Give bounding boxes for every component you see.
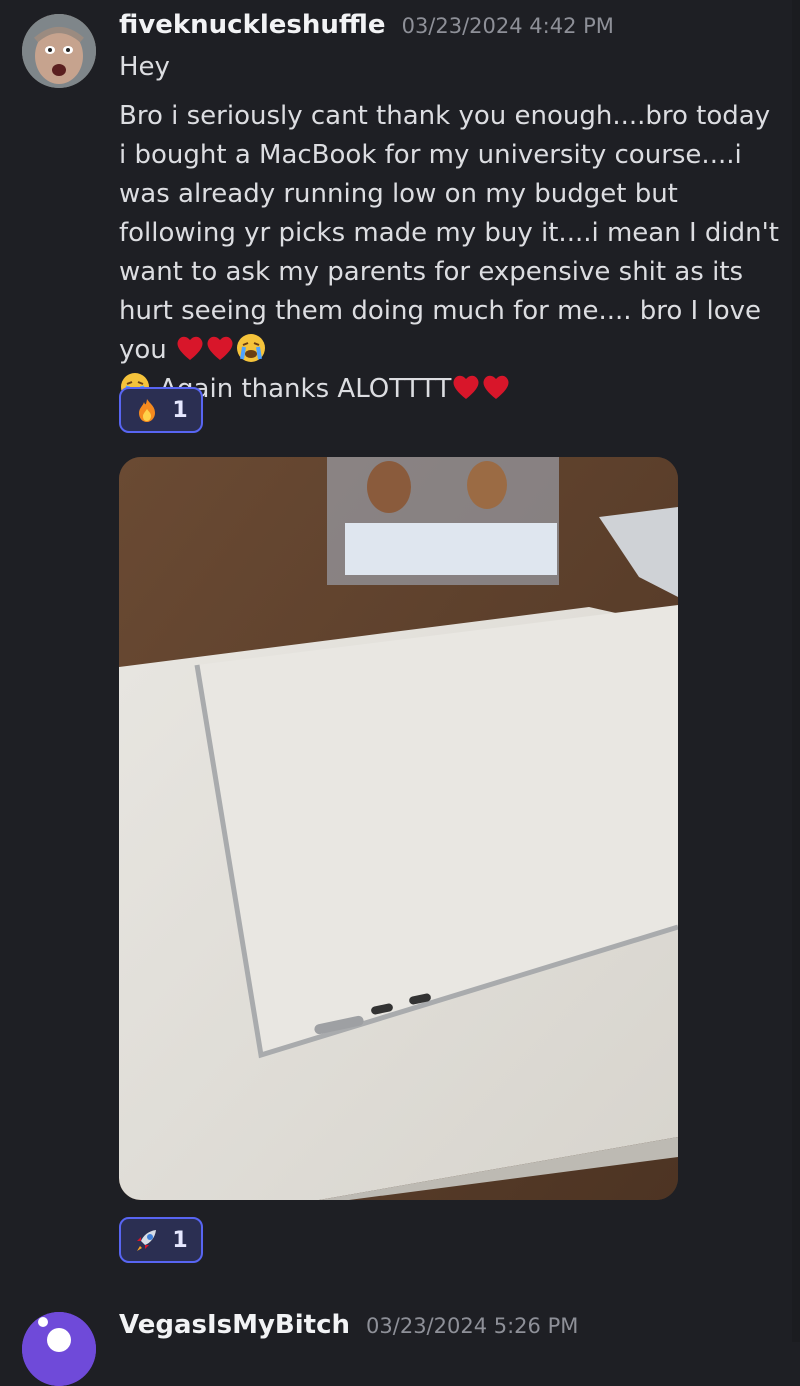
message-text: Bro i seriously cant thank you enough...… [119,101,779,365]
crying-face-icon [235,333,267,363]
username[interactable]: fiveknuckleshuffle [119,10,386,40]
reaction-rocket[interactable]: 1 [119,1217,203,1263]
username[interactable]: VegasIsMyBitch [119,1310,350,1340]
avatar[interactable] [22,1312,96,1386]
avatar[interactable] [22,14,96,88]
message-line: Hey [119,52,170,82]
timestamp: 03/23/2024 5:26 PM [366,1314,579,1338]
reaction-fire[interactable]: 1 [119,387,203,433]
heart-emoji-icon [175,334,205,362]
message-header: fiveknuckleshuffle 03/23/2024 4:42 PM [119,10,614,40]
message-body: Bro i seriously cant thank you enough...… [119,97,779,409]
timestamp: 03/23/2024 4:42 PM [401,14,614,38]
message-header: VegasIsMyBitch 03/23/2024 5:26 PM [119,1310,578,1340]
reaction-count: 1 [172,1227,188,1253]
heart-emoji-icon [481,373,511,401]
message-text: Again thanks ALOTTTT [159,374,452,404]
scroll-rail [792,0,800,1342]
reaction-count: 1 [172,397,188,423]
heart-emoji-icon [205,334,235,362]
rocket-icon [134,1227,160,1253]
fire-icon [134,397,160,423]
heart-emoji-icon [451,373,481,401]
image-attachment[interactable] [119,457,678,1200]
